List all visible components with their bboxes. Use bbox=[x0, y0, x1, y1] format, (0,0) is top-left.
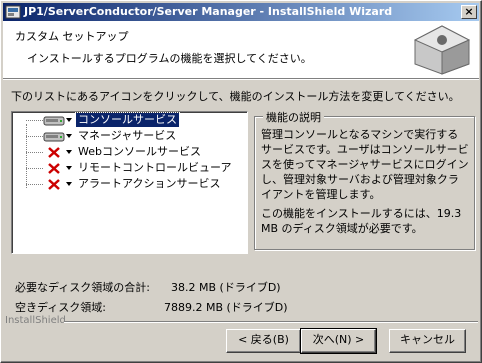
not-installed-x-icon[interactable] bbox=[43, 162, 65, 175]
feature-label[interactable]: マネージャサービス bbox=[76, 129, 178, 143]
chevron-down-icon[interactable] bbox=[66, 150, 72, 154]
header-title: カスタム セットアップ bbox=[15, 30, 129, 43]
hard-drive-icon[interactable] bbox=[43, 130, 65, 143]
feature-label[interactable]: リモートコントロールビューア bbox=[76, 161, 234, 175]
feature-description-group: 機能の説明 管理コンソールとなるマシンで実行するサービスです。ユーザはコンソール… bbox=[254, 109, 475, 250]
required-space-label: 必要なディスク領域の合計: bbox=[15, 281, 150, 294]
description-text: 管理コンソールとなるマシンで実行するサービスです。ユーザはコンソールサービスを使… bbox=[261, 128, 469, 201]
installshield-brand: InstallShield bbox=[5, 315, 66, 326]
window-title: JP1/ServerConductor/Server Manager - Ins… bbox=[24, 5, 393, 18]
installshield-logo-icon bbox=[413, 25, 471, 75]
next-button[interactable]: 次へ(N) > bbox=[300, 328, 377, 354]
required-space-value: 38.2 MB (ドライブD) bbox=[171, 281, 281, 294]
free-space-value: 7889.2 MB (ドライブD) bbox=[164, 301, 288, 314]
chevron-down-icon[interactable] bbox=[66, 118, 72, 122]
tree-connector bbox=[26, 124, 27, 188]
chevron-down-icon[interactable] bbox=[66, 182, 72, 186]
header-subtitle: インストールするプログラムの機能を選択してください。 bbox=[27, 52, 312, 65]
not-installed-x-icon[interactable] bbox=[43, 178, 65, 191]
title-bar[interactable]: JP1/ServerConductor/Server Manager - Ins… bbox=[3, 3, 479, 21]
chevron-down-icon[interactable] bbox=[66, 166, 72, 170]
wizard-header: カスタム セットアップ インストールするプログラムの機能を選択してください。 bbox=[3, 21, 479, 79]
instruction-text: 下のリストにあるアイコンをクリックして、機能のインストール方法を変更してください… bbox=[11, 90, 460, 103]
close-button[interactable]: × bbox=[461, 5, 477, 19]
header-divider bbox=[3, 79, 479, 80]
not-installed-x-icon[interactable] bbox=[43, 146, 65, 159]
feature-tree[interactable]: コンソールサービス マネージャサービス Webコンソールサービス リモートコント… bbox=[11, 111, 248, 254]
installer-app-icon bbox=[5, 5, 21, 19]
description-legend: 機能の説明 bbox=[263, 109, 324, 125]
hard-drive-icon[interactable] bbox=[43, 114, 65, 127]
cancel-button[interactable]: キャンセル bbox=[389, 329, 466, 353]
back-button[interactable]: < 戻る(B) bbox=[226, 329, 301, 353]
feature-label[interactable]: アラートアクションサービス bbox=[76, 177, 222, 191]
description-requirement: この機能をインストールするには、19.3 MB のディスク領域が必要です。 bbox=[261, 207, 462, 235]
feature-label[interactable]: Webコンソールサービス bbox=[76, 145, 203, 159]
free-space-label: 空きディスク領域: bbox=[15, 301, 106, 314]
close-icon: × bbox=[464, 5, 474, 18]
chevron-down-icon[interactable] bbox=[66, 134, 72, 138]
feature-label[interactable]: コンソールサービス bbox=[75, 112, 180, 128]
